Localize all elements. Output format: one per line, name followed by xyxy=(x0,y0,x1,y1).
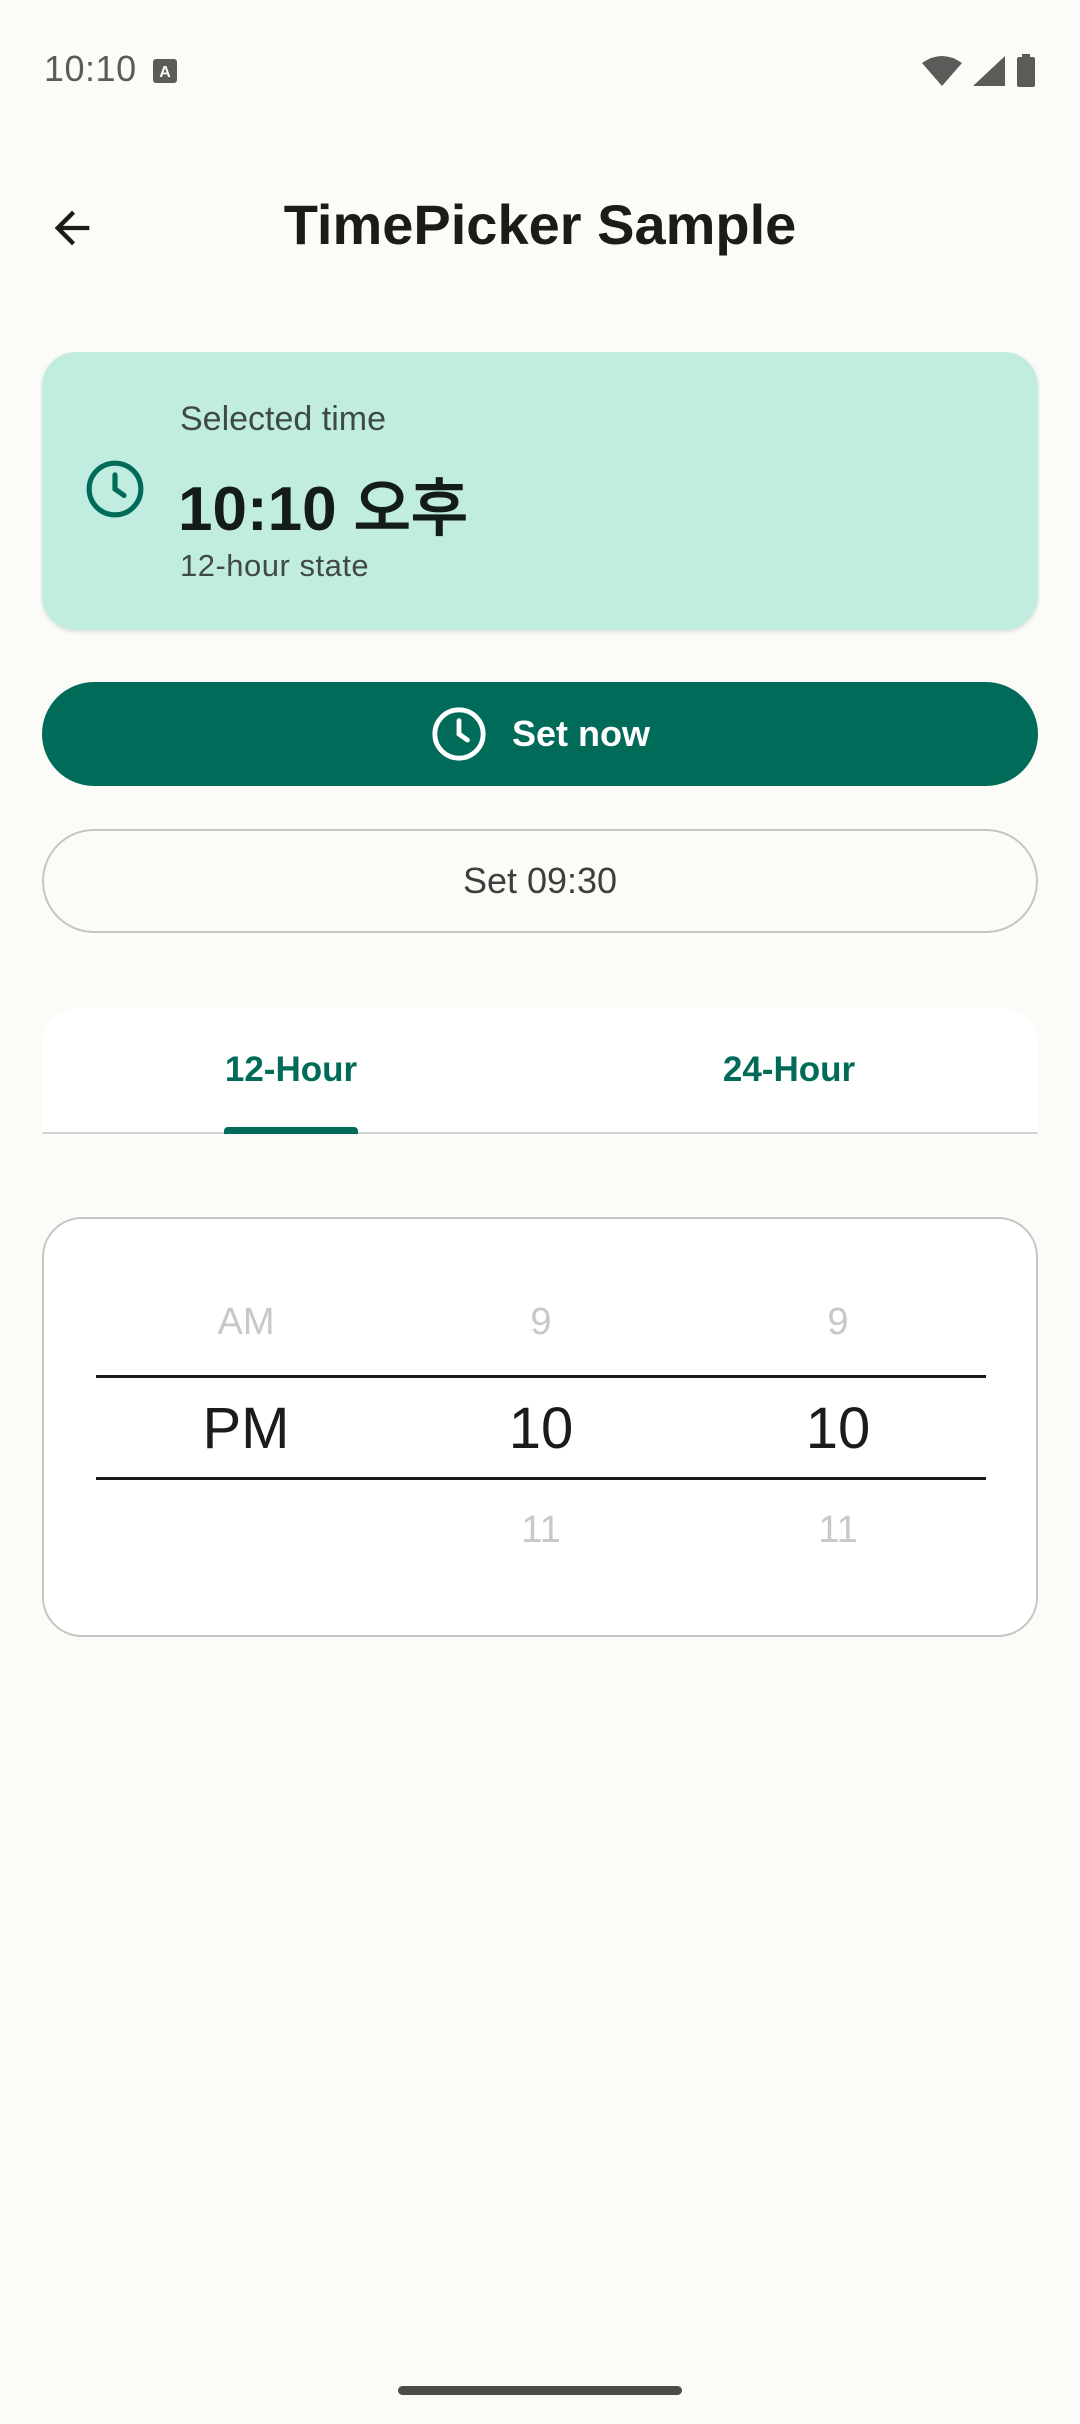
tab-24-hour-label: 24-Hour xyxy=(722,1050,856,1089)
minute-wheel[interactable]: 9 10 11 xyxy=(738,1219,938,1635)
set-preset-label: Set 09:30 xyxy=(462,860,618,901)
minute-prev[interactable]: 9 xyxy=(738,1301,938,1344)
ampm-wheel[interactable]: AM PM xyxy=(146,1219,346,1635)
hour-format-tabs: 12-Hour 24-Hour xyxy=(42,1008,1038,1134)
minute-next[interactable]: 11 xyxy=(738,1509,938,1552)
top-app-bar: TimePicker Sample xyxy=(0,170,1080,282)
time-mode-label: 12-hour state xyxy=(180,548,370,583)
tab-indicator xyxy=(224,1127,358,1134)
hour-wheel[interactable]: 9 10 11 xyxy=(441,1219,641,1635)
set-preset-time-button[interactable]: Set 09:30 xyxy=(42,829,1038,933)
tab-12-hour-label: 12-Hour xyxy=(224,1050,358,1089)
status-icons xyxy=(922,54,1036,88)
clock-icon xyxy=(432,707,486,761)
status-bar: 10:10 A xyxy=(0,0,1080,140)
page-title: TimePicker Sample xyxy=(283,193,797,256)
status-time: 10:10 xyxy=(44,48,137,89)
battery-icon xyxy=(1017,54,1035,87)
ampm-prev[interactable]: AM xyxy=(146,1301,346,1344)
set-now-label: Set now xyxy=(511,713,650,754)
clock-icon xyxy=(86,460,144,518)
home-indicator[interactable] xyxy=(398,2386,682,2395)
hour-next[interactable]: 11 xyxy=(441,1509,641,1552)
svg-text:A: A xyxy=(159,64,171,81)
minute-selected[interactable]: 10 xyxy=(738,1395,938,1462)
selected-time-value: 10:10 오후 xyxy=(178,475,468,544)
selected-time-label: Selected time xyxy=(180,400,386,438)
wifi-icon xyxy=(922,56,962,86)
keyboard-a-icon: A xyxy=(153,59,177,83)
hour-prev[interactable]: 9 xyxy=(441,1301,641,1344)
selected-time-card: Selected time 10:10 오후 12-hour state xyxy=(42,352,1038,630)
wheel-time-picker: AM PM 9 10 11 9 10 11 xyxy=(42,1217,1038,1637)
cell-signal-icon xyxy=(973,56,1005,86)
ampm-selected[interactable]: PM xyxy=(146,1395,346,1462)
tab-24-hour[interactable]: 24-Hour xyxy=(540,1008,1038,1132)
tab-12-hour[interactable]: 12-Hour xyxy=(42,1008,540,1132)
set-now-button[interactable]: Set now xyxy=(42,682,1038,786)
hour-selected[interactable]: 10 xyxy=(441,1395,641,1462)
